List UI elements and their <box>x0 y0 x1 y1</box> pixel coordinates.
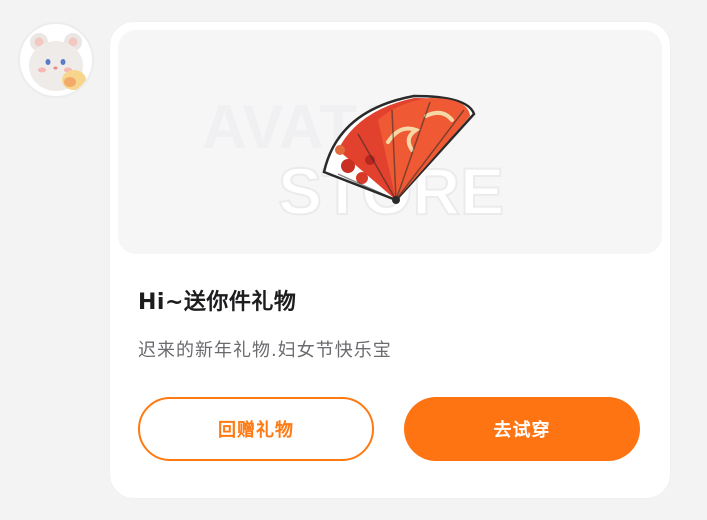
return-gift-button[interactable]: 回赠礼物 <box>138 397 374 461</box>
bear-avatar-icon <box>20 24 92 96</box>
sender-avatar[interactable] <box>18 22 94 98</box>
folding-fan-icon <box>322 94 476 204</box>
gift-message: 迟来的新年礼物.妇女节快乐宝 <box>138 340 392 361</box>
gift-title: Hi~送你件礼物 <box>138 290 297 315</box>
gift-card: AVATAR STORE <box>110 22 670 498</box>
gift-preview[interactable]: AVATAR STORE <box>118 30 662 254</box>
try-on-button[interactable]: 去试穿 <box>404 397 640 461</box>
